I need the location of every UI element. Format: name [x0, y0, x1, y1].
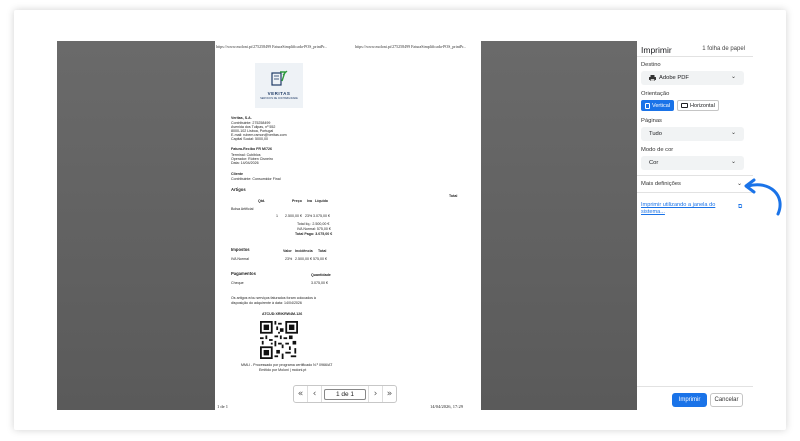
qr-code: [260, 321, 298, 359]
chevron-down-icon: ⌄: [730, 159, 736, 165]
cancel-button[interactable]: Cancelar: [710, 393, 743, 407]
logo-subtext: SERVICOS DE CONTABILIDADE: [260, 97, 298, 100]
destination-value: Adobe PDF: [659, 75, 689, 81]
taxes-title: Impostos: [231, 247, 250, 252]
tax-cell: IVA Normal: [231, 257, 249, 261]
annotation-arrow-icon: [744, 178, 782, 216]
article-name: Bolsa Artificial: [231, 207, 254, 211]
color-mode-value: Cor: [649, 160, 659, 166]
article-total: Total líq.: 2.500,00 €: [297, 222, 330, 226]
destination-select[interactable]: Adobe PDF ⌄: [641, 71, 744, 85]
article-value: 2.500,00 €: [285, 214, 302, 218]
atcud-code: ATCUD:XRIKRW4M-126: [262, 312, 303, 316]
article-value: 1: [276, 214, 278, 218]
first-page-button[interactable]: «: [294, 386, 308, 402]
orientation-vertical-button[interactable]: Vertical: [641, 100, 675, 111]
color-mode-select[interactable]: Cor ⌄: [641, 156, 744, 170]
client-title: Cliente: [231, 172, 243, 176]
payments-col: Quantidade: [311, 273, 331, 277]
payments-title: Pagamentos: [231, 271, 256, 276]
company-line: Capital Social: 5000,00: [231, 137, 268, 141]
article-value: 23%: [305, 214, 313, 218]
taxes-col: Valor: [283, 249, 292, 253]
page-navigator: « ‹ 1 de 1 › »: [293, 385, 397, 403]
orientation-horizontal-label: Horizontal: [690, 102, 715, 109]
page-header-url-left: https://www.moloni.pt/275258499 FaturaSi…: [216, 44, 328, 49]
portrait-icon: [645, 102, 650, 109]
pages-select[interactable]: Tudo ⌄: [641, 127, 744, 141]
system-dialog-link[interactable]: Imprimir utilizando a janela do sistema.…: [641, 202, 731, 216]
color-mode-label: Modo de cor: [641, 147, 674, 153]
orientation-vertical-label: Vertical: [652, 102, 671, 109]
note-line: disposição do adquirente à data: 14/04/2…: [231, 301, 302, 305]
divider: [637, 175, 753, 176]
preview-page: https://www.moloni.pt/275258499 FaturaSi…: [215, 41, 481, 410]
article-total: IVA Normal: 575,00 €: [297, 227, 331, 231]
articles-col-total: Total: [449, 194, 458, 198]
payment-cell: Cheque: [231, 281, 244, 285]
articles-title: Artigos: [231, 187, 246, 192]
pages-label: Páginas: [641, 118, 662, 124]
tax-cell: 23%: [285, 257, 293, 261]
page-footer-left: 1 de 1: [217, 404, 228, 409]
logo-icon: [271, 70, 288, 86]
logo-text: VERITAS: [267, 91, 291, 96]
divider: [637, 386, 753, 387]
page-indicator: 1 de 1: [322, 388, 368, 400]
taxes-col: Incidência: [295, 249, 313, 253]
pages-value: Tudo: [649, 131, 662, 137]
destination-label: Destino: [641, 62, 661, 68]
page-number-input[interactable]: 1 de 1: [324, 388, 366, 400]
page-footer-right: 14/04/2026, 17:29: [430, 404, 464, 409]
company-name: Veritas, S.A.: [231, 116, 252, 120]
sheet-count: 1 folha de papel: [702, 46, 745, 52]
dialog-title: Imprimir: [641, 45, 672, 55]
note-line: Os artigos e/ou serviços faturados foram…: [231, 296, 316, 300]
tax-cell: 575,00 €: [313, 257, 327, 261]
tax-cell: 2.500,00 €: [295, 257, 312, 261]
articles-col: Líquido: [315, 199, 328, 203]
articles-col: Preço: [292, 199, 302, 203]
print-button[interactable]: Imprimir: [672, 393, 707, 407]
printer-icon: [649, 75, 656, 81]
prev-page-button[interactable]: ‹: [308, 386, 322, 402]
footer-note: MMLI - Processado por programa certifica…: [241, 363, 333, 367]
taxes-col: Total: [318, 249, 327, 253]
orientation-group: Vertical Horizontal: [641, 100, 719, 111]
orientation-label: Orientação: [641, 91, 670, 97]
footer-note: Emitido por Moloni | moloni.pt: [259, 368, 307, 372]
chevron-down-icon: ⌄: [730, 74, 736, 80]
invoice-title: Fatura-Recibo FR M/726: [231, 147, 272, 151]
articles-col: Iva: [307, 199, 312, 203]
page-header-url-right: https://www.moloni.pt/275258499 FaturaSi…: [355, 44, 467, 49]
last-page-button[interactable]: »: [382, 386, 396, 402]
invoice-line: Data: 14/04/2026: [231, 161, 259, 165]
print-settings-panel: Imprimir 1 folha de papel Destino Adobe …: [637, 41, 753, 410]
client-line: Contribuinte: Consumidor Final: [231, 177, 281, 181]
payment-cell: 3.075,00 €: [311, 281, 328, 285]
company-logo: VERITAS SERVICOS DE CONTABILIDADE: [255, 63, 303, 108]
divider: [637, 192, 753, 193]
articles-col: Qtd.: [258, 199, 266, 203]
chevron-down-icon: ⌄: [730, 130, 736, 136]
divider: [637, 56, 753, 57]
article-value: 3.075,00 €: [313, 214, 330, 218]
next-page-button[interactable]: ›: [368, 386, 382, 402]
article-total: Total Pago: 3.075,00 €: [295, 232, 333, 236]
orientation-horizontal-button[interactable]: Horizontal: [677, 100, 719, 111]
landscape-icon: [681, 103, 689, 108]
more-settings-toggle[interactable]: Mais definições: [641, 181, 681, 187]
